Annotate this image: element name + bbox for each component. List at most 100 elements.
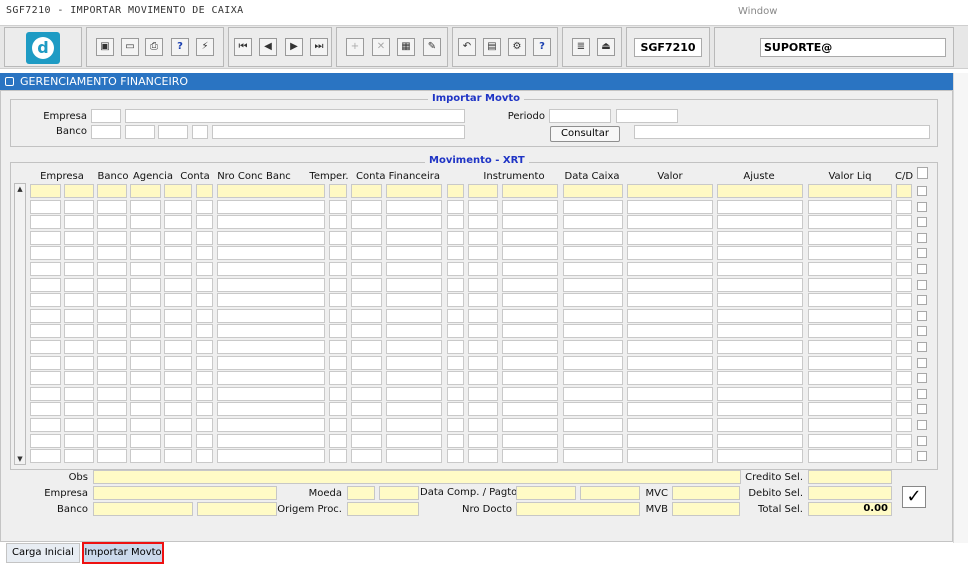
grid-cell[interactable] bbox=[563, 356, 623, 370]
grid-cell[interactable] bbox=[164, 371, 192, 385]
banco-code-field[interactable] bbox=[91, 125, 121, 139]
grid-cell[interactable] bbox=[502, 449, 558, 463]
grid-cell[interactable] bbox=[351, 231, 382, 245]
grid-cell[interactable] bbox=[502, 309, 558, 323]
grid-cell[interactable] bbox=[386, 309, 442, 323]
grid-cell[interactable] bbox=[627, 200, 713, 214]
grid-cell[interactable] bbox=[627, 262, 713, 276]
grid-cell[interactable] bbox=[164, 231, 192, 245]
row-select-checkbox[interactable] bbox=[917, 186, 927, 196]
grid-cell[interactable] bbox=[351, 200, 382, 214]
grid-cell[interactable] bbox=[196, 200, 213, 214]
grid-cell[interactable] bbox=[447, 200, 464, 214]
data-comp-field[interactable] bbox=[516, 486, 576, 500]
grid-cell[interactable] bbox=[563, 246, 623, 260]
grid-cell[interactable] bbox=[717, 402, 803, 416]
grid-cell[interactable] bbox=[502, 418, 558, 432]
grid-cell[interactable] bbox=[896, 200, 912, 214]
grid-cell[interactable] bbox=[217, 231, 325, 245]
conta-digit-field[interactable] bbox=[192, 125, 208, 139]
grid-cell[interactable] bbox=[30, 356, 61, 370]
grid-cell[interactable] bbox=[329, 262, 347, 276]
grid-cell[interactable] bbox=[30, 231, 61, 245]
grid-cell[interactable] bbox=[30, 387, 61, 401]
grid-cell[interactable] bbox=[351, 418, 382, 432]
grid-cell[interactable] bbox=[164, 200, 192, 214]
grid-cell[interactable] bbox=[217, 215, 325, 229]
grid-cell[interactable] bbox=[196, 278, 213, 292]
grid-cell[interactable] bbox=[196, 215, 213, 229]
previous-record-icon[interactable]: ◀ bbox=[259, 38, 277, 56]
grid-cell[interactable] bbox=[627, 293, 713, 307]
grid-cell[interactable] bbox=[386, 293, 442, 307]
footer-banco-name-field[interactable] bbox=[197, 502, 277, 516]
grid-cell[interactable] bbox=[196, 340, 213, 354]
grid-cell[interactable] bbox=[64, 215, 94, 229]
grid-cell[interactable] bbox=[502, 356, 558, 370]
grid-cell[interactable] bbox=[329, 340, 347, 354]
grid-cell[interactable] bbox=[896, 215, 912, 229]
row-select-checkbox[interactable] bbox=[917, 295, 927, 305]
row-select-checkbox[interactable] bbox=[917, 420, 927, 430]
grid-cell[interactable] bbox=[563, 434, 623, 448]
grid-cell[interactable] bbox=[130, 231, 161, 245]
grid-cell[interactable] bbox=[447, 371, 464, 385]
grid-cell[interactable] bbox=[329, 278, 347, 292]
grid-cell[interactable] bbox=[386, 324, 442, 338]
grid-cell[interactable] bbox=[896, 387, 912, 401]
window-menu[interactable]: Window bbox=[738, 6, 777, 17]
row-select-checkbox[interactable] bbox=[917, 404, 927, 414]
grid-cell[interactable] bbox=[468, 293, 498, 307]
grid-cell[interactable] bbox=[447, 449, 464, 463]
grid-cell[interactable] bbox=[97, 231, 127, 245]
grid-cell[interactable] bbox=[196, 371, 213, 385]
grid-cell[interactable] bbox=[808, 340, 892, 354]
grid-cell[interactable] bbox=[717, 262, 803, 276]
grid-cell[interactable] bbox=[896, 402, 912, 416]
run-query-icon[interactable]: ⚡ bbox=[196, 38, 214, 56]
help-icon[interactable]: ? bbox=[533, 38, 551, 56]
save-icon[interactable]: ▣ bbox=[96, 38, 114, 56]
grid-cell[interactable] bbox=[627, 418, 713, 432]
grid-cell[interactable] bbox=[30, 402, 61, 416]
grid-cell[interactable] bbox=[468, 340, 498, 354]
grid-cell[interactable] bbox=[896, 434, 912, 448]
row-select-checkbox[interactable] bbox=[917, 280, 927, 290]
grid-cell[interactable] bbox=[196, 434, 213, 448]
grid-cell[interactable] bbox=[627, 184, 713, 198]
grid-cell[interactable] bbox=[351, 402, 382, 416]
grid-cell[interactable] bbox=[502, 246, 558, 260]
grid-cell[interactable] bbox=[447, 402, 464, 416]
grid-cell[interactable] bbox=[717, 246, 803, 260]
grid-cell[interactable] bbox=[627, 340, 713, 354]
grid-cell[interactable] bbox=[717, 231, 803, 245]
grid-cell[interactable] bbox=[717, 278, 803, 292]
grid-cell[interactable] bbox=[717, 324, 803, 338]
obs-field[interactable] bbox=[93, 470, 741, 484]
app-logo-icon[interactable]: d bbox=[26, 32, 60, 64]
grid-cell[interactable] bbox=[217, 293, 325, 307]
grid-cell[interactable] bbox=[896, 262, 912, 276]
grid-cell[interactable] bbox=[627, 309, 713, 323]
grid-cell[interactable] bbox=[97, 449, 127, 463]
grid-cell[interactable] bbox=[468, 309, 498, 323]
grid-cell[interactable] bbox=[386, 231, 442, 245]
grid-cell[interactable] bbox=[896, 231, 912, 245]
grid-cell[interactable] bbox=[386, 418, 442, 432]
grid-cell[interactable] bbox=[502, 231, 558, 245]
grid-cell[interactable] bbox=[808, 449, 892, 463]
grid-cell[interactable] bbox=[386, 434, 442, 448]
next-record-icon[interactable]: ▶ bbox=[285, 38, 303, 56]
grid-cell[interactable] bbox=[64, 340, 94, 354]
mvb-field[interactable] bbox=[672, 502, 740, 516]
grid-cell[interactable] bbox=[64, 449, 94, 463]
grid-cell[interactable] bbox=[329, 324, 347, 338]
grid-cell[interactable] bbox=[329, 371, 347, 385]
grid-cell[interactable] bbox=[896, 340, 912, 354]
grid-cell[interactable] bbox=[563, 418, 623, 432]
grid-cell[interactable] bbox=[627, 215, 713, 229]
grid-cell[interactable] bbox=[130, 324, 161, 338]
grid-cell[interactable] bbox=[30, 200, 61, 214]
last-record-icon[interactable]: ⏭ bbox=[310, 38, 328, 56]
grid-cell[interactable] bbox=[97, 246, 127, 260]
